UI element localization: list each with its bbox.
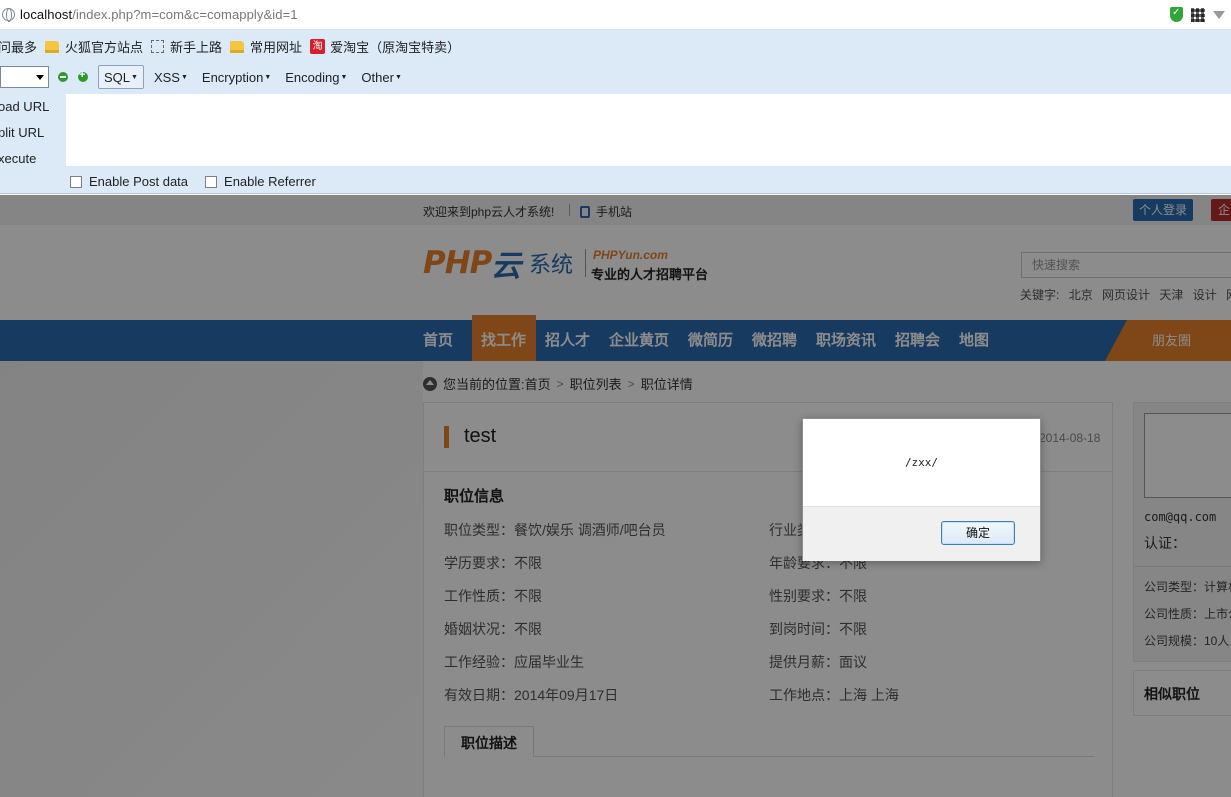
web-page: 欢迎来到php云人才系统! 手机站 个人登录 企 PHP 云 系统 PHPYun… <box>0 195 1231 797</box>
hackbar-panel: SQL▼ XSS▼ Encryption▼ Encoding▼ Other▼ o… <box>0 63 1231 194</box>
hackbar-select[interactable] <box>0 66 49 88</box>
menu-label: Encryption <box>201 69 264 85</box>
load-url-button[interactable]: oad URL <box>0 94 60 120</box>
url-path: /index.php?m=com&c=comapply&id=1 <box>72 7 298 22</box>
menu-label: Encoding <box>285 69 340 85</box>
post-data-checkbox[interactable] <box>70 175 82 188</box>
caret-down-icon: ▼ <box>131 73 138 81</box>
enable-referrer-option[interactable]: Enable Referrer <box>205 174 316 189</box>
menu-label: XSS <box>153 69 180 85</box>
option-label: Enable Post data <box>89 174 189 189</box>
globe-icon <box>2 8 15 22</box>
plus-icon[interactable] <box>78 69 88 82</box>
url-text[interactable]: localhost/index.php?m=com&c=comapply&id=… <box>20 7 298 22</box>
alert-message: /zxx/ <box>904 456 939 469</box>
bookmark-common-sites[interactable]: 常用网址 <box>230 37 302 56</box>
alert-dialog: /zxx/ 确定 <box>802 418 1041 561</box>
referrer-checkbox[interactable] <box>205 175 218 188</box>
bookmark-label: 新手上路 <box>170 40 223 55</box>
folder-icon <box>230 40 245 53</box>
caret-down-icon: ▼ <box>394 73 402 81</box>
bookmark-firefox-site[interactable]: 火狐官方站点 <box>45 37 143 56</box>
bookmarks-bar: 问最多 火狐官方站点 新手上路 常用网址 淘 爱淘宝（原淘宝特卖） <box>0 30 1231 63</box>
hackbar-options: Enable Post data Enable Referrer <box>70 174 333 189</box>
alert-footer: 确定 <box>803 506 1040 561</box>
bookmark-label: 问最多 <box>0 40 38 55</box>
hackbar-url-textarea[interactable] <box>66 94 1231 166</box>
encryption-menu[interactable]: Encryption ▼ <box>198 65 275 89</box>
bookmark-most-visited[interactable]: 问最多 <box>0 37 37 56</box>
security-shield-icon[interactable] <box>1170 7 1183 22</box>
hackbar-actions: oad URL plit URL xecute <box>0 94 60 172</box>
other-menu[interactable]: Other ▼ <box>357 65 405 89</box>
modal-overlay <box>0 195 1231 797</box>
dotted-box-icon <box>151 40 165 53</box>
bookmark-taobao[interactable]: 淘 爱淘宝（原淘宝特卖） <box>310 37 460 56</box>
hackbar-toolbar: SQL▼ XSS▼ Encryption▼ Encoding▼ Other▼ <box>0 63 412 91</box>
minus-icon[interactable] <box>58 72 68 82</box>
ok-button[interactable]: 确定 <box>941 521 1015 545</box>
sql-menu[interactable]: SQL ▼ <box>98 65 144 89</box>
qr-code-icon[interactable] <box>1191 7 1205 22</box>
enable-post-data-option[interactable]: Enable Post data <box>70 174 188 189</box>
bookmark-label: 常用网址 <box>250 40 303 55</box>
execute-button[interactable]: xecute <box>0 146 60 172</box>
bookmark-label: 爱淘宝（原淘宝特卖） <box>330 40 461 55</box>
bookmark-label: 火狐官方站点 <box>65 40 144 55</box>
menu-label: Other <box>361 69 394 85</box>
caret-down-icon: ▼ <box>264 73 272 81</box>
url-bar[interactable]: localhost/index.php?m=com&c=comapply&id=… <box>0 0 1231 30</box>
url-bar-actions <box>1170 7 1225 22</box>
menu-label: SQL <box>104 69 131 85</box>
taobao-icon: 淘 <box>310 39 326 54</box>
encoding-menu[interactable]: Encoding ▼ <box>281 65 351 89</box>
url-host: localhost <box>20 7 73 22</box>
caret-down-icon: ▼ <box>340 73 348 81</box>
dropdown-arrow-icon[interactable] <box>1213 10 1225 19</box>
split-url-button[interactable]: plit URL <box>0 120 60 146</box>
folder-icon <box>45 40 60 53</box>
xss-menu[interactable]: XSS ▼ <box>150 65 192 89</box>
option-label: Enable Referrer <box>224 174 316 189</box>
caret-down-icon: ▼ <box>180 73 188 81</box>
bookmark-getting-started[interactable]: 新手上路 <box>151 37 222 56</box>
